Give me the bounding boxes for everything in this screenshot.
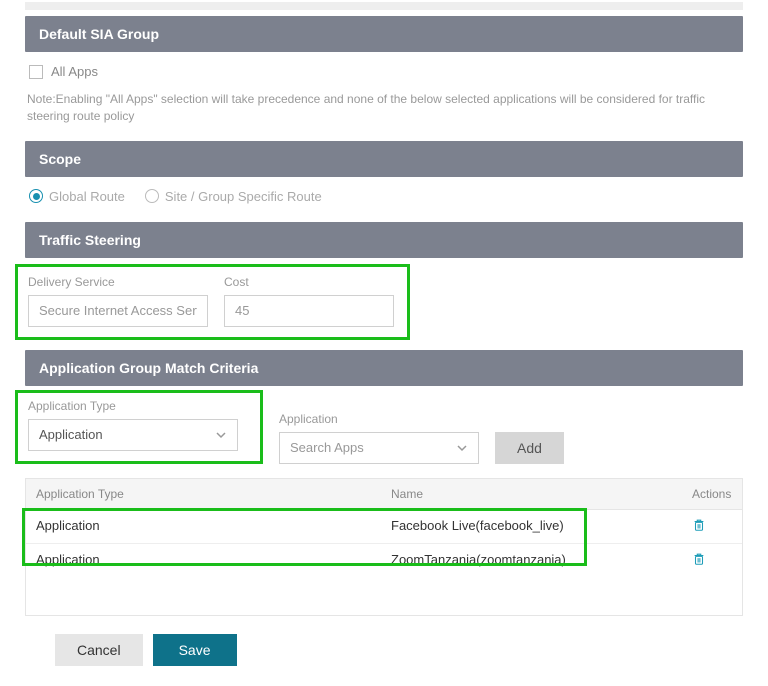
footer-buttons: Cancel Save — [55, 634, 743, 666]
application-field: Application Search Apps — [279, 412, 479, 464]
delivery-highlight: Delivery Service Cost — [15, 264, 410, 340]
table-body: Application Facebook Live(facebook_live)… — [26, 510, 742, 615]
radio-global-route[interactable]: Global Route — [29, 189, 125, 204]
section-default-sia-group: Default SIA Group — [25, 16, 743, 52]
top-divider — [25, 2, 743, 10]
chevron-down-icon — [456, 442, 468, 454]
apps-table: Application Type Name Actions Applicatio… — [25, 478, 743, 616]
scope-radio-group: Global Route Site / Group Specific Route — [25, 177, 743, 216]
delivery-service-field: Delivery Service — [28, 275, 208, 327]
th-app-type: Application Type — [26, 479, 381, 509]
cell-actions — [682, 510, 742, 543]
cost-label: Cost — [224, 275, 394, 289]
all-apps-checkbox-row[interactable]: All Apps — [25, 52, 743, 91]
th-actions: Actions — [682, 479, 742, 509]
app-type-value: Application — [39, 427, 103, 442]
application-placeholder: Search Apps — [290, 440, 364, 455]
cell-name: Facebook Live(facebook_live) — [381, 510, 581, 543]
cost-input[interactable] — [224, 295, 394, 327]
radio-icon[interactable] — [145, 189, 159, 203]
th-name: Name — [381, 479, 682, 509]
chevron-down-icon — [215, 429, 227, 441]
cost-field: Cost — [224, 275, 394, 327]
criteria-row: Application Type Application Application… — [25, 386, 743, 464]
cell-actions — [682, 544, 742, 577]
checkbox-icon[interactable] — [29, 65, 43, 79]
section-traffic-steering: Traffic Steering — [25, 222, 743, 258]
radio-label: Site / Group Specific Route — [165, 189, 322, 204]
delivery-service-input[interactable] — [28, 295, 208, 327]
add-button[interactable]: Add — [495, 432, 564, 464]
save-button[interactable]: Save — [153, 634, 237, 666]
delivery-service-label: Delivery Service — [28, 275, 208, 289]
table-row: Application ZoomTanzania(zoomtanzania) — [26, 544, 742, 577]
application-label: Application — [279, 412, 479, 426]
delete-icon[interactable] — [692, 518, 706, 532]
cell-type: Application — [26, 510, 381, 543]
section-scope: Scope — [25, 141, 743, 177]
all-apps-label: All Apps — [51, 64, 98, 79]
section-match-criteria: Application Group Match Criteria — [25, 350, 743, 386]
app-type-label: Application Type — [28, 399, 250, 413]
all-apps-note: Note:Enabling "All Apps" selection will … — [25, 91, 743, 135]
table-header: Application Type Name Actions — [26, 479, 742, 510]
radio-site-specific-route[interactable]: Site / Group Specific Route — [145, 189, 322, 204]
cell-name: ZoomTanzania(zoomtanzania) — [381, 544, 581, 577]
form-content: Default SIA Group All Apps Note:Enabling… — [0, 16, 768, 686]
cell-type: Application — [26, 544, 381, 577]
app-type-field: Application Type Application — [28, 399, 250, 451]
radio-icon[interactable] — [29, 189, 43, 203]
delete-icon[interactable] — [692, 552, 706, 566]
radio-label: Global Route — [49, 189, 125, 204]
app-type-highlight: Application Type Application — [15, 390, 263, 464]
table-row: Application Facebook Live(facebook_live) — [26, 510, 742, 544]
add-button-group: . Add — [495, 412, 564, 464]
application-select[interactable]: Search Apps — [279, 432, 479, 464]
cancel-button[interactable]: Cancel — [55, 634, 143, 666]
app-type-select[interactable]: Application — [28, 419, 238, 451]
